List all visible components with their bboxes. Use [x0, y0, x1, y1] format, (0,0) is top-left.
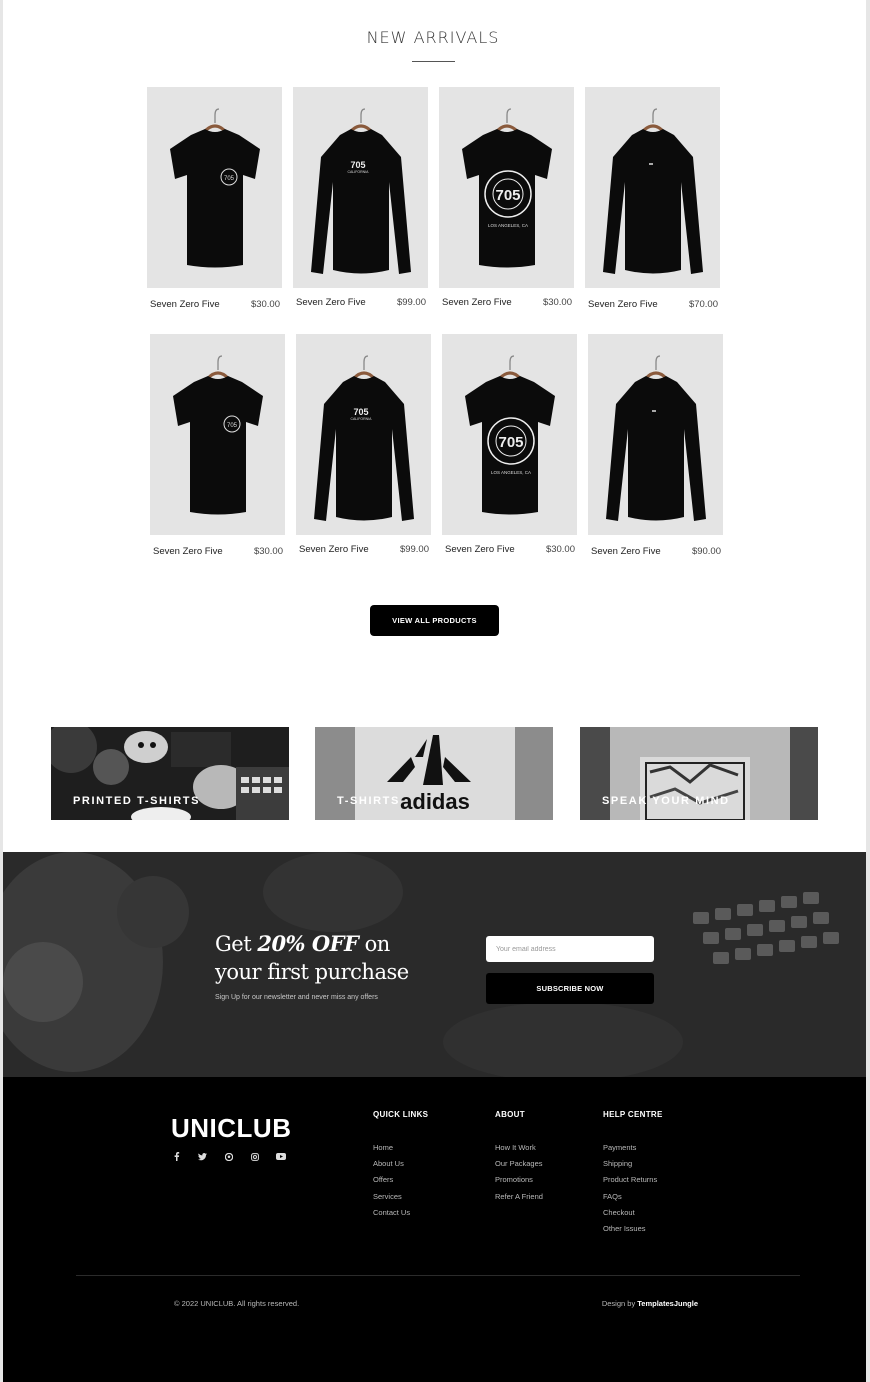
- product-name[interactable]: Seven Zero Five: [442, 297, 512, 308]
- product-price: $99.00: [396, 297, 426, 308]
- product-price: $30.00: [250, 299, 280, 310]
- product-name[interactable]: Seven Zero Five: [588, 299, 658, 310]
- product-image[interactable]: 705: [150, 334, 285, 535]
- footer-link-faqs[interactable]: FAQs: [603, 1192, 663, 1208]
- product-card[interactable]: 705 CALIFORNIA Seven Zero Five $99.00: [293, 87, 428, 308]
- view-all-products-button[interactable]: VIEW ALL PRODUCTS: [370, 605, 499, 636]
- design-credit-link[interactable]: TemplatesJungle: [637, 1299, 698, 1308]
- footer-column-heading: ABOUT: [495, 1110, 525, 1119]
- footer-column-about: ABOUT How It Work Our Packages Promotion…: [495, 1110, 543, 1208]
- adidas-print-text: adidas: [400, 789, 470, 814]
- subscribe-button[interactable]: SUBSCRIBE NOW: [486, 973, 654, 1004]
- footer-column-quick-links: QUICK LINKS Home About Us Offers Service…: [373, 1110, 428, 1224]
- product-name[interactable]: Seven Zero Five: [591, 546, 661, 557]
- footer-link-other-issues[interactable]: Other Issues: [603, 1224, 663, 1240]
- footer-link-how-it-work[interactable]: How It Work: [495, 1143, 543, 1159]
- product-name[interactable]: Seven Zero Five: [296, 297, 366, 308]
- title-divider: [412, 61, 455, 62]
- product-image[interactable]: 705 CALIFORNIA: [296, 334, 431, 535]
- footer-column-help-centre: HELP CENTRE Payments Shipping Product Re…: [603, 1110, 663, 1240]
- product-name[interactable]: Seven Zero Five: [153, 546, 223, 557]
- newsletter-background-image: [3, 852, 866, 1077]
- category-card-tshirts[interactable]: adidas T-SHIRTS: [315, 727, 553, 820]
- product-name[interactable]: Seven Zero Five: [445, 544, 515, 555]
- product-price: $90.00: [691, 546, 721, 557]
- footer-link-our-packages[interactable]: Our Packages: [495, 1159, 543, 1175]
- section-title: NEW ARRIVALS: [366, 28, 500, 47]
- category-label: T-SHIRTS: [337, 795, 400, 807]
- email-input[interactable]: [486, 936, 654, 962]
- svg-text:705: 705: [350, 160, 365, 170]
- newsletter-headline: Get 20% OFF on your first purchase: [215, 931, 409, 984]
- footer-link-contact-us[interactable]: Contact Us: [373, 1208, 428, 1224]
- footer-link-promotions[interactable]: Promotions: [495, 1175, 543, 1191]
- footer-link-offers[interactable]: Offers: [373, 1175, 428, 1191]
- svg-text:705: 705: [227, 423, 238, 429]
- svg-text:705: 705: [353, 407, 368, 417]
- footer: UNICLUB QUICK LINKS Home About Us Offers…: [3, 1077, 866, 1382]
- svg-text:CALIFORNIA: CALIFORNIA: [350, 417, 372, 421]
- product-card[interactable]: 705 LOS ANGELES, CA Seven Zero Five $30.00: [442, 334, 577, 555]
- product-price: $30.00: [542, 297, 572, 308]
- product-card[interactable]: 705 Seven Zero Five $30.00: [147, 87, 282, 310]
- svg-text:CALIFORNIA: CALIFORNIA: [347, 170, 369, 174]
- product-card[interactable]: Seven Zero Five $90.00: [588, 334, 723, 557]
- instagram-icon[interactable]: [249, 1151, 260, 1162]
- category-label: SPEAK YOUR MIND: [602, 795, 730, 807]
- footer-link-about-us[interactable]: About Us: [373, 1159, 428, 1175]
- footer-link-payments[interactable]: Payments: [603, 1143, 663, 1159]
- footer-column-heading: QUICK LINKS: [373, 1110, 429, 1119]
- product-price: $30.00: [545, 544, 575, 555]
- product-image[interactable]: 705: [147, 87, 282, 288]
- product-price: $99.00: [399, 544, 429, 555]
- svg-text:LOS ANGELES, CA: LOS ANGELES, CA: [491, 470, 531, 475]
- svg-text:705: 705: [498, 434, 523, 451]
- product-image[interactable]: 705 CALIFORNIA: [293, 87, 428, 288]
- footer-logo[interactable]: UNICLUB: [171, 1113, 292, 1144]
- category-card-printed-tshirts[interactable]: PRINTED T-SHIRTS: [51, 727, 289, 820]
- footer-divider: [76, 1275, 800, 1276]
- footer-link-product-returns[interactable]: Product Returns: [603, 1175, 663, 1191]
- category-label: PRINTED T-SHIRTS: [73, 795, 201, 807]
- product-image[interactable]: 705 LOS ANGELES, CA: [439, 87, 574, 288]
- product-card[interactable]: 705 Seven Zero Five $30.00: [150, 334, 285, 557]
- product-image[interactable]: 705 LOS ANGELES, CA: [442, 334, 577, 535]
- twitter-icon[interactable]: [197, 1151, 208, 1162]
- product-image[interactable]: [588, 334, 723, 535]
- product-image[interactable]: [585, 87, 720, 288]
- product-card[interactable]: 705 CALIFORNIA Seven Zero Five $99.00: [296, 334, 431, 555]
- pinterest-icon[interactable]: [223, 1151, 234, 1162]
- product-card[interactable]: 705 LOS ANGELES, CA Seven Zero Five $30.00: [439, 87, 574, 308]
- youtube-icon[interactable]: [275, 1151, 286, 1162]
- product-name[interactable]: Seven Zero Five: [150, 299, 220, 310]
- footer-link-checkout[interactable]: Checkout: [603, 1208, 663, 1224]
- product-card[interactable]: Seven Zero Five $70.00: [585, 87, 720, 310]
- footer-link-services[interactable]: Services: [373, 1192, 428, 1208]
- social-links: [171, 1151, 286, 1162]
- footer-link-home[interactable]: Home: [373, 1143, 428, 1159]
- newsletter-banner: Get 20% OFF on your first purchase Sign …: [3, 852, 866, 1077]
- svg-text:LOS ANGELES, CA: LOS ANGELES, CA: [488, 223, 528, 228]
- newsletter-subtext: Sign Up for our newsletter and never mis…: [215, 994, 378, 1001]
- product-price: $70.00: [688, 299, 718, 310]
- page-frame-right: [866, 0, 870, 1382]
- product-price: $30.00: [253, 546, 283, 557]
- copyright-text: © 2022 UNICLUB. All rights reserved.: [174, 1299, 300, 1308]
- design-credit: Design by TemplatesJungle: [601, 1299, 698, 1308]
- footer-link-shipping[interactable]: Shipping: [603, 1159, 663, 1175]
- category-card-speak-your-mind[interactable]: SPEAK YOUR MIND: [580, 727, 818, 820]
- footer-column-heading: HELP CENTRE: [603, 1110, 663, 1119]
- svg-text:705: 705: [224, 176, 235, 182]
- svg-text:705: 705: [495, 187, 520, 204]
- facebook-icon[interactable]: [171, 1151, 182, 1162]
- product-name[interactable]: Seven Zero Five: [299, 544, 369, 555]
- footer-link-refer-a-friend[interactable]: Refer A Friend: [495, 1192, 543, 1208]
